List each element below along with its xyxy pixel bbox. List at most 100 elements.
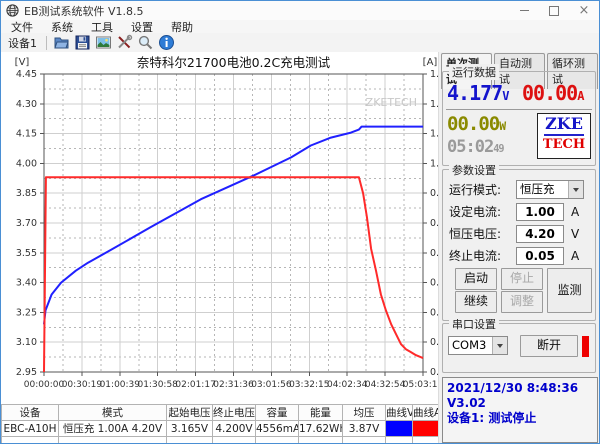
svg-text:02:31:36: 02:31:36 [213,380,254,390]
col-start-voltage: 起始电压 [166,404,213,421]
svg-text:1.20: 1.20 [430,129,438,140]
chevron-down-icon[interactable] [492,337,507,354]
end-current-row: 终止电流: 0.05 A [449,246,579,265]
monitor-button[interactable]: 监测 [547,268,592,313]
cv-voltage-row: 恒压电压: 4.20 V [449,224,579,243]
svg-text:1.35: 1.35 [430,99,438,110]
open-folder-icon[interactable] [53,34,70,51]
cell-capacity: 4556mAh [255,420,299,437]
adjust-button[interactable]: 调整 [501,291,543,313]
svg-text:03:32:15: 03:32:15 [289,380,329,390]
col-end-voltage: 终止电压 [212,404,256,421]
col-device: 设备 [1,404,59,421]
svg-text:0.90: 0.90 [430,188,438,199]
svg-text:0.45: 0.45 [430,278,438,289]
current-display: 00.00A [522,81,584,105]
svg-text:ZKETECH: ZKETECH [366,96,417,109]
svg-text:01:00:39: 01:00:39 [100,380,141,390]
end-current-unit: A [571,248,580,263]
svg-text:3.25: 3.25 [16,307,37,318]
set-current-input[interactable]: 1.00 [516,202,564,221]
cell-mode: 恒压充 1.00A 4.20V [58,420,167,437]
device-tab[interactable]: 设备1 [5,35,40,51]
svg-text:0.75: 0.75 [430,218,438,229]
app-window: EB测试系统软件 V1.8.5 × 文件 系统 工具 设置 帮助 设备1 4.4… [0,0,600,444]
set-current-label: 设定电流: [449,205,502,219]
run-data-group: 运行数据 4.177V 00.00A 00.00W 05:0249 ZKE TE… [442,64,596,166]
svg-text:0.30: 0.30 [430,307,438,318]
svg-text:01:30:58: 01:30:58 [137,380,178,390]
toolbar: 设备1 [1,33,599,52]
continue-button[interactable]: 继续 [455,291,497,313]
menu-file[interactable]: 文件 [11,19,33,35]
power-display: 00.00W [447,113,506,135]
titlebar: EB测试系统软件 V1.8.5 × [1,1,599,20]
close-icon: × [578,3,590,18]
param-settings-title: 参数设置 [449,162,499,178]
run-mode-label: 运行模式: [449,183,502,197]
stop-button[interactable]: 停止 [501,268,543,290]
save-icon[interactable] [74,34,91,51]
app-globe-icon [6,4,19,17]
svg-text:1.05: 1.05 [430,158,438,169]
menu-help[interactable]: 帮助 [171,19,193,35]
cell-avg-voltage: 3.87V [342,420,386,437]
maximize-button[interactable] [539,1,569,20]
curve-v-swatch [385,420,413,437]
cell-energy: 17.62Wh [298,420,343,437]
svg-text:02:01:17: 02:01:17 [175,380,215,390]
end-current-input[interactable]: 0.05 [516,246,564,265]
minimize-button[interactable] [509,1,539,20]
svg-text:2.95: 2.95 [16,367,37,378]
svg-text:0.15: 0.15 [430,337,438,348]
svg-text:3.55: 3.55 [16,248,37,259]
svg-text:0.00: 0.00 [430,367,438,378]
menu-settings[interactable]: 设置 [131,19,153,35]
table-row[interactable]: EBC-A10H 恒压充 1.00A 4.20V 3.165V 4.200V 4… [1,420,439,437]
col-mode: 模式 [58,404,167,421]
menu-system[interactable]: 系统 [51,19,73,35]
disconnect-button[interactable]: 断开 [520,334,578,357]
svg-text:4.00: 4.00 [16,158,37,169]
menu-tools[interactable]: 工具 [91,19,113,35]
set-current-row: 设定电流: 1.00 A [449,202,579,221]
svg-text:3.10: 3.10 [16,337,37,348]
serial-title: 串口设置 [449,316,499,332]
svg-text:0.60: 0.60 [430,248,438,259]
result-table: 设备 模式 起始电压 终止电压 容量 能量 均压 曲线V 曲线A EBC-A10… [1,404,439,443]
window-title: EB测试系统软件 V1.8.5 [24,4,144,18]
close-button[interactable]: × [569,1,599,20]
chart: 4.45 4.30 4.15 4.00 3.85 3.70 3.55 3.40 3.25 3.10… [1,52,451,397]
col-curve-v: 曲线V [385,404,413,421]
svg-text:3.85: 3.85 [16,188,37,199]
col-capacity: 容量 [255,404,299,421]
magnifier-icon[interactable] [137,34,154,51]
col-energy: 能量 [298,404,343,421]
svg-text:奈特科尔21700电池0.2C充电测试: 奈特科尔21700电池0.2C充电测试 [137,55,331,70]
com-port-select[interactable]: COM3 [448,336,508,355]
svg-text:04:02:34: 04:02:34 [327,380,368,390]
info-icon[interactable] [158,34,175,51]
start-button[interactable]: 启动 [455,268,497,290]
menubar: 文件 系统 工具 设置 帮助 [1,19,599,35]
serial-group: 串口设置 COM3 断开 [442,316,596,373]
end-current-label: 终止电流: [449,249,502,263]
cv-voltage-input[interactable]: 4.20 [516,224,564,243]
toolbar-separator [46,35,47,50]
image-icon[interactable] [95,34,112,51]
status-line-device: 设备1: 测试停止 [447,411,537,425]
maximize-icon [549,5,559,16]
svg-text:1.50: 1.50 [430,69,438,80]
display-separator [446,109,592,110]
svg-text:4.30: 4.30 [16,99,37,110]
cv-voltage-label: 恒压电压: [449,227,502,241]
svg-text:3.70: 3.70 [16,218,37,229]
status-line-datetime: 2021/12/30 8:48:36 V3.02 [447,381,579,410]
curve-a-swatch [412,420,439,437]
minimize-icon [519,10,529,11]
run-mode-select[interactable]: 恒压充 [516,180,584,199]
elapsed-time-display: 05:0249 [447,137,504,157]
tools-icon[interactable] [116,34,133,51]
cell-end-voltage: 4.200V [212,420,256,437]
chevron-down-icon[interactable] [568,181,583,198]
